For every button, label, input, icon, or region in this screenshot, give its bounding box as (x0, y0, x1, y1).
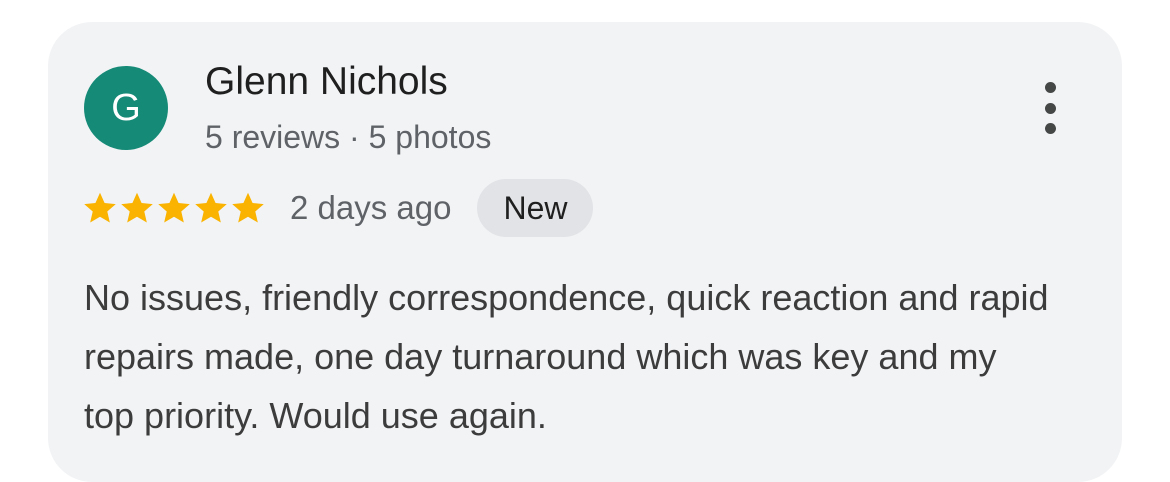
new-badge: New (477, 179, 594, 237)
avatar[interactable]: G (84, 66, 168, 150)
rating-row: 2 days ago New (82, 178, 594, 238)
review-date: 2 days ago (290, 189, 452, 226)
avatar-initial: G (111, 86, 141, 129)
author-name[interactable]: Glenn Nichols (205, 58, 448, 106)
star-icon (195, 192, 227, 223)
star-icon (121, 192, 153, 223)
star-icon (232, 192, 264, 223)
star-icon (84, 192, 116, 223)
more-options-button[interactable] (1030, 78, 1070, 138)
more-vert-icon (1044, 82, 1056, 93)
star-icon (158, 192, 190, 223)
author-meta: 5 reviews · 5 photos (205, 119, 492, 155)
review-card: G Glenn Nichols 5 reviews · 5 photos 2 d… (48, 22, 1122, 482)
review-text: No issues, friendly correspondence, quic… (84, 277, 1049, 436)
star-rating (82, 190, 266, 226)
